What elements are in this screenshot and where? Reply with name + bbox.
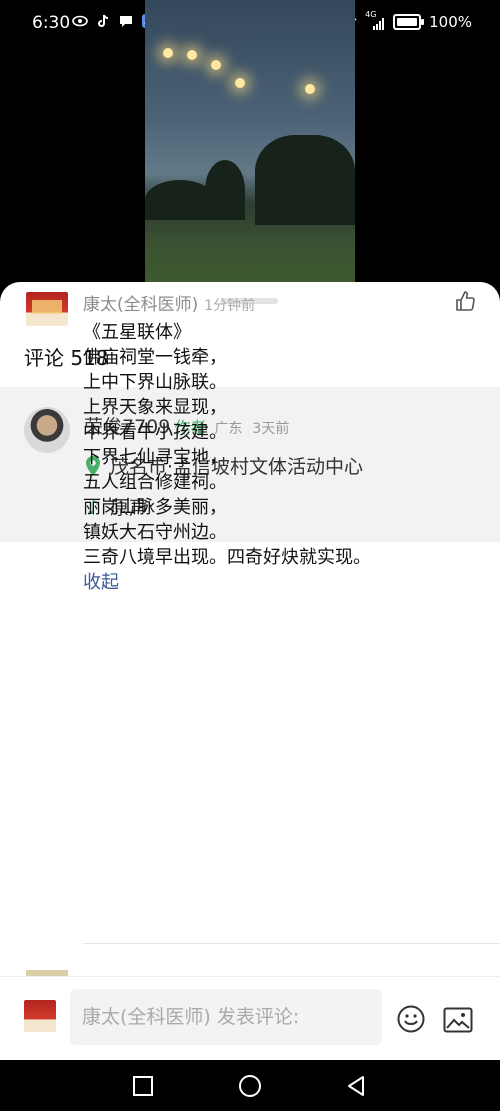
video-light (305, 84, 315, 94)
battery-icon (393, 14, 425, 30)
video-preview[interactable] (145, 0, 355, 290)
video-bushes (145, 180, 215, 220)
author-avatar[interactable] (24, 407, 70, 453)
my-avatar (24, 1000, 56, 1032)
image-icon[interactable] (443, 1007, 473, 1033)
eye-icon (72, 15, 88, 27)
video-light (235, 78, 245, 88)
home-icon[interactable] (238, 1074, 262, 1098)
comment-line: 上界天象来显现， (83, 397, 227, 418)
emoji-icon[interactable] (397, 1005, 425, 1033)
video-light (187, 50, 197, 60)
comment-line: 《五星联体》 (83, 322, 191, 343)
tiktok-icon (98, 14, 109, 28)
comment-line: 三奇八境早出现。四奇好炔就实现。 (83, 547, 371, 568)
recent-apps-icon[interactable] (131, 1074, 155, 1098)
signal-icon: 4G (365, 10, 385, 30)
comment-input[interactable]: 康太(全科医师) 发表评论: (70, 989, 382, 1045)
system-navigation-bar (0, 1060, 500, 1111)
comment-line: 镇妖大石守州边。 (83, 522, 227, 543)
commenter-name[interactable]: 康太(全科医师) (83, 295, 198, 315)
comment-line: 丽岗山脉多美丽， (83, 497, 227, 518)
commenter-avatar[interactable] (26, 292, 68, 326)
video-trees (255, 135, 355, 225)
video-light (163, 48, 173, 58)
comment-line: 佛庙祠堂一钱牵， (83, 347, 227, 368)
comment-line: 下界七仙寻宝地， (83, 447, 227, 468)
chat-icon (120, 16, 132, 27)
video-light (211, 60, 221, 70)
comment-divider (83, 943, 500, 944)
comment-body: 《五星联体》 佛庙祠堂一钱牵， 上中下界山脉联。 上界天象来显现， 中界看牛小孩… (83, 320, 473, 595)
collapse-link[interactable]: 收起 (83, 570, 473, 595)
status-time: 6:30 (32, 13, 71, 33)
comment-line: 五人组合修建祠。 (83, 472, 227, 493)
commenter-header: 康太(全科医师) 1分钟前 (83, 290, 255, 315)
comment-line: 上中下界山脉联。 (83, 372, 227, 393)
comment-input-bar: 康太(全科医师) 发表评论: (0, 976, 500, 1061)
comment-line: 中界看牛小孩建。 (83, 422, 227, 443)
back-icon[interactable] (344, 1074, 368, 1098)
comment-time: 1分钟前 (204, 298, 256, 314)
battery-level: 100% (429, 13, 472, 31)
like-icon[interactable] (454, 290, 476, 312)
